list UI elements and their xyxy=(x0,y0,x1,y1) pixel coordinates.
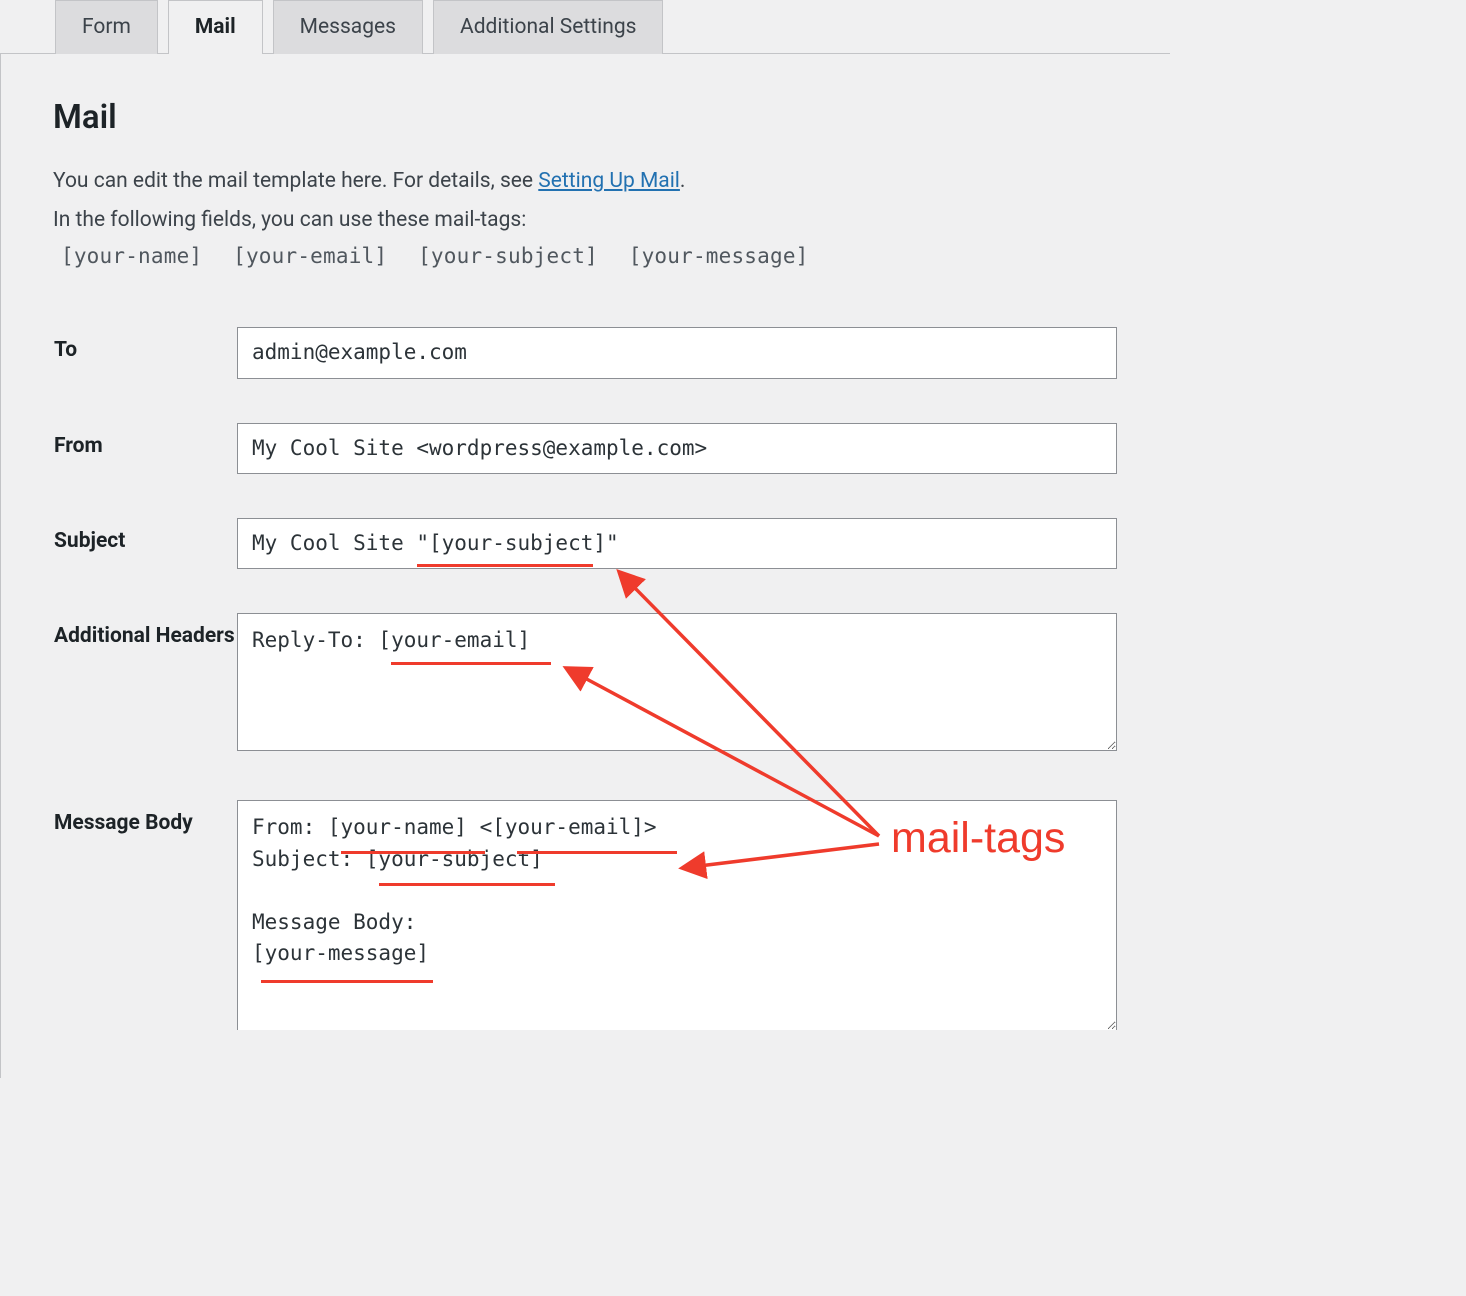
annotation-underline xyxy=(341,851,485,854)
subject-label: Subject xyxy=(53,517,236,570)
annotation-underline xyxy=(379,883,555,886)
additional-headers-input[interactable] xyxy=(237,613,1117,751)
to-label: To xyxy=(53,326,236,379)
annotation-underline xyxy=(391,662,551,665)
annotation-underline xyxy=(417,564,593,567)
tab-form[interactable]: Form xyxy=(55,0,158,54)
subject-input[interactable] xyxy=(237,518,1117,569)
panel-heading: Mail xyxy=(53,98,1118,137)
from-input[interactable] xyxy=(237,423,1117,474)
tab-bar: Form Mail Messages Additional Settings xyxy=(0,0,1170,54)
mail-tags-annotation: mail-tags xyxy=(891,814,1065,863)
intro-line1a: You can edit the mail template here. For… xyxy=(53,169,538,193)
from-label: From xyxy=(53,422,236,475)
tab-additional-settings[interactable]: Additional Settings xyxy=(433,0,663,54)
tab-messages[interactable]: Messages xyxy=(273,0,423,54)
tab-mail[interactable]: Mail xyxy=(168,0,263,54)
available-mail-tags: [your-name] [your-email] [your-subject] … xyxy=(61,244,1118,268)
intro-line2: In the following fields, you can use the… xyxy=(53,204,1118,237)
intro-line1b: . xyxy=(680,169,686,193)
annotation-underline xyxy=(261,980,433,983)
setting-up-mail-link[interactable]: Setting Up Mail xyxy=(538,169,680,193)
additional-headers-label: Additional Headers xyxy=(53,612,236,757)
message-body-label: Message Body xyxy=(53,799,236,1036)
to-input[interactable] xyxy=(237,327,1117,378)
annotation-underline xyxy=(517,851,677,854)
mail-panel: Mail You can edit the mail template here… xyxy=(0,53,1170,1078)
intro-block: You can edit the mail template here. For… xyxy=(53,165,1118,236)
